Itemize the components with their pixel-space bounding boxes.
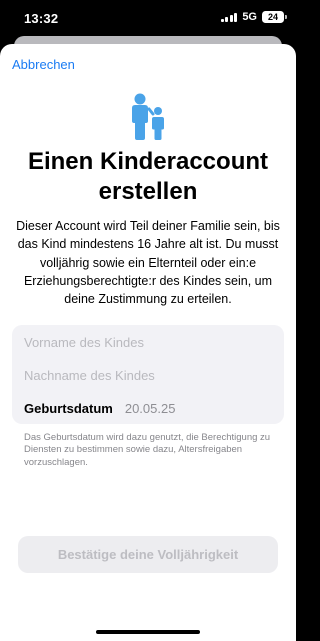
cellular-signal-icon [220, 12, 238, 22]
birthdate-row[interactable]: Geburtsdatum 20.05.25 [24, 399, 175, 419]
battery-icon: 24 [262, 11, 287, 23]
child-details-form: Vorname des Kindes Nachname des Kindes G… [12, 325, 284, 424]
confirm-adult-button[interactable]: Bestätige deine Volljährigkeit [18, 536, 278, 573]
birthdate-label: Geburtsdatum [24, 401, 113, 416]
first-name-field[interactable]: Vorname des Kindes [24, 333, 274, 353]
page-description: Dieser Account wird Teil deiner Familie … [16, 219, 280, 307]
status-time: 13:32 [24, 11, 59, 26]
network-type: 5G [242, 11, 257, 23]
home-indicator[interactable] [96, 630, 200, 634]
battery-level: 24 [267, 12, 278, 22]
family-icon [132, 93, 164, 140]
last-name-field[interactable]: Nachname des Kindes [24, 366, 274, 386]
cancel-button[interactable]: Abbrechen [12, 57, 75, 72]
status-bar: 13:32 5G 24 [0, 0, 296, 36]
birthdate-picker[interactable]: 20.05.25 [125, 399, 176, 419]
page-title: Einen Kinderaccount erstellen [27, 148, 269, 205]
modal-sheet: Abbrechen Einen Kinderaccount erstellen … [0, 44, 296, 641]
birthdate-info-note: Das Geburtsdatum wird dazu genutzt, die … [24, 432, 271, 468]
status-indicators: 5G 24 [220, 11, 287, 23]
